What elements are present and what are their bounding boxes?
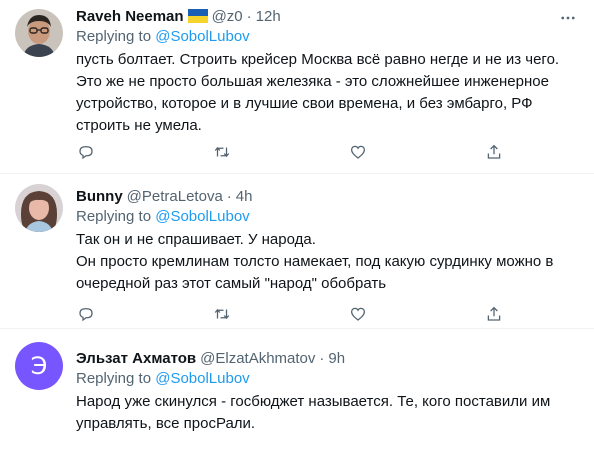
mention-link[interactable]: @SobolLubov <box>155 28 249 45</box>
share-icon[interactable] <box>484 142 504 162</box>
replying-to: Replying to @SobolLubov <box>76 207 578 227</box>
replying-to: Replying to @SobolLubov <box>76 27 578 47</box>
replying-prefix: Replying to <box>76 370 156 387</box>
author-name[interactable]: Эльзат Ахматов <box>76 350 196 367</box>
replying-to: Replying to @SobolLubov <box>76 369 578 389</box>
ukraine-flag-icon <box>187 9 208 23</box>
mention-link[interactable]: @SobolLubov <box>155 208 249 225</box>
tweet-text: Так он и не спрашивает. У народа. Он про… <box>76 231 554 292</box>
author-handle[interactable]: @ElzatAkhmatov <box>200 350 315 367</box>
tweet-header: Raveh Neeman @z0 · 12h <box>76 6 578 26</box>
tweet-actions <box>76 304 504 324</box>
timestamp[interactable]: 4h <box>236 188 253 205</box>
avatar[interactable]: Э <box>15 342 63 390</box>
tweet-text: Народ уже скинулся - госбюджет называетс… <box>76 393 551 432</box>
retweet-icon[interactable] <box>212 142 232 162</box>
like-icon[interactable] <box>348 142 368 162</box>
tweet-actions <box>76 142 504 162</box>
mention-link[interactable]: @SobolLubov <box>155 370 249 387</box>
avatar[interactable] <box>15 9 63 57</box>
tweet-2[interactable]: Bunny @PetraLetova · 4h Replying to @Sob… <box>0 175 594 329</box>
retweet-icon[interactable] <box>212 304 232 324</box>
avatar[interactable] <box>15 184 63 232</box>
more-icon[interactable] <box>558 8 578 28</box>
separator-dot: · <box>319 349 325 367</box>
separator-dot: · <box>246 7 252 25</box>
reply-icon[interactable] <box>76 304 96 324</box>
timestamp[interactable]: 12h <box>256 8 281 25</box>
avatar-letter: Э <box>30 352 48 380</box>
author-name[interactable]: Raveh Neeman <box>76 8 184 25</box>
share-icon[interactable] <box>484 304 504 324</box>
replying-prefix: Replying to <box>76 28 156 45</box>
separator-dot: · <box>226 187 232 205</box>
tweet-header: Эльзат Ахматов @ElzatAkhmatov · 9h <box>76 348 578 368</box>
tweet-3[interactable]: Э Эльзат Ахматов @ElzatAkhmatov · 9h Rep… <box>0 330 594 467</box>
author-handle[interactable]: @PetraLetova <box>127 188 223 205</box>
reply-icon[interactable] <box>76 142 96 162</box>
like-icon[interactable] <box>348 304 368 324</box>
author-name[interactable]: Bunny <box>76 188 123 205</box>
replying-prefix: Replying to <box>76 208 156 225</box>
tweet-header: Bunny @PetraLetova · 4h <box>76 186 578 206</box>
timestamp[interactable]: 9h <box>328 350 345 367</box>
author-handle[interactable]: @z0 <box>212 8 243 25</box>
tweet-1[interactable]: Raveh Neeman @z0 · 12h Replying to @Sobo… <box>0 0 594 174</box>
reply-feed: Raveh Neeman @z0 · 12h Replying to @Sobo… <box>0 0 594 467</box>
tweet-text: пусть болтает. Строить крейсер Москва вс… <box>76 51 560 134</box>
